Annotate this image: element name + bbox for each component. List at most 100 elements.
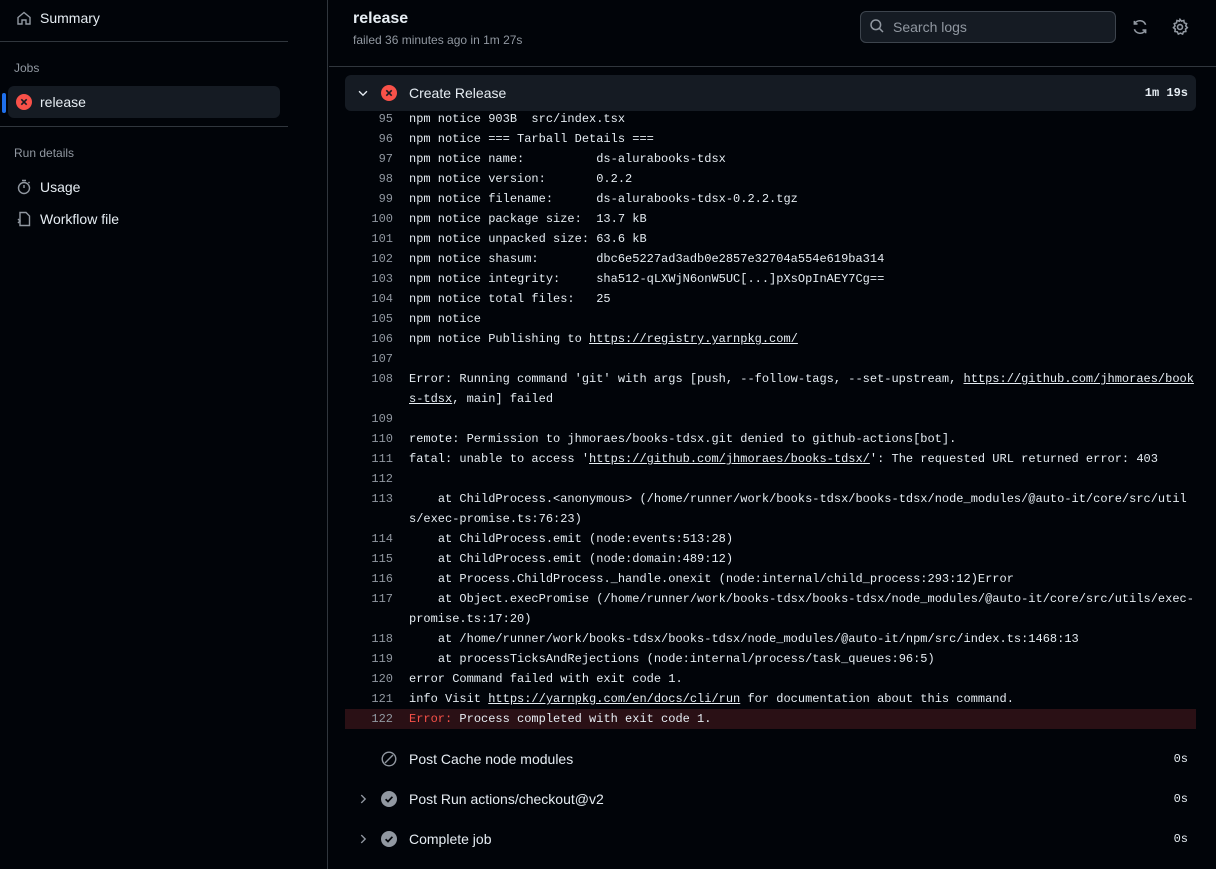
line-text-content: at ChildProcess.emit (node:events:513:28… [409, 532, 734, 546]
chevron-down-icon [355, 85, 371, 101]
line-text-after: , main] failed [452, 392, 554, 406]
log-line: 109 [345, 409, 1196, 429]
log-line: 117 at Object.execPromise (/home/runner/… [345, 589, 1196, 629]
line-text-content: error Command failed with exit code 1. [409, 672, 683, 686]
line-text-content: npm notice Publishing to [409, 332, 590, 346]
line-number[interactable]: 101 [345, 229, 393, 249]
line-number[interactable]: 120 [345, 669, 393, 689]
log-line: 113 at ChildProcess.<anonymous> (/home/r… [345, 489, 1196, 529]
log-line: 111 fatal: unable to access 'https://gith… [345, 449, 1196, 469]
line-text: npm notice name: ds-alurabooks-tdsx [393, 149, 1196, 169]
step-name: Post Cache node modules [409, 751, 574, 767]
line-text-content: at ChildProcess.emit (node:domain:489:12… [409, 552, 734, 566]
line-text: npm notice total files: 25 [393, 289, 1196, 309]
line-number[interactable]: 104 [345, 289, 393, 309]
line-text-content: fatal: unable to access ' [409, 452, 590, 466]
line-text: npm notice Publishing to https://registr… [393, 329, 1196, 349]
step-duration: 0s [1173, 752, 1188, 766]
sidebar-item-workflow-file[interactable]: Workflow file [8, 203, 280, 235]
refresh-button[interactable] [1128, 15, 1152, 39]
line-text: npm notice unpacked size: 63.6 kB [393, 229, 1196, 249]
log-line: 104 npm notice total files: 25 [345, 289, 1196, 309]
line-text-content: at processTicksAndRejections (node:inter… [409, 652, 935, 666]
line-number[interactable]: 115 [345, 549, 393, 569]
sidebar: Summary Jobs release Run details Usage W… [0, 0, 328, 869]
line-number[interactable]: 112 [345, 469, 393, 489]
sidebar-divider [0, 126, 288, 127]
line-text: npm notice shasum: dbc6e5227ad3adb0e2857… [393, 249, 1196, 269]
line-number[interactable]: 118 [345, 629, 393, 649]
step-row[interactable]: Post Cache node modules 0s [345, 741, 1196, 777]
line-number[interactable]: 103 [345, 269, 393, 289]
line-number[interactable]: 122 [345, 709, 393, 729]
step-row[interactable]: Post Run actions/checkout@v2 0s [345, 781, 1196, 817]
line-text [393, 469, 1196, 489]
line-number[interactable]: 109 [345, 409, 393, 429]
search-box[interactable] [860, 11, 1116, 43]
sidebar-item-summary[interactable]: Summary [8, 2, 280, 34]
log-line: 116 at Process.ChildProcess._handle.onex… [345, 569, 1196, 589]
line-text-content: info Visit [409, 692, 489, 706]
line-text: Error: Running command 'git' with args [… [393, 369, 1196, 409]
line-number[interactable]: 119 [345, 649, 393, 669]
log-line: 118 at /home/runner/work/books-tdsx/book… [345, 629, 1196, 649]
line-number[interactable]: 100 [345, 209, 393, 229]
line-text-content: npm notice === Tarball Details === [409, 132, 654, 146]
line-number[interactable]: 95 [345, 109, 393, 129]
settings-button[interactable] [1168, 15, 1192, 39]
line-number[interactable]: 96 [345, 129, 393, 149]
search-input[interactable] [893, 19, 1103, 35]
gear-icon [1172, 18, 1189, 36]
line-text-content: npm notice [409, 312, 482, 326]
failed-icon [381, 85, 397, 101]
line-number[interactable]: 113 [345, 489, 393, 529]
log-line: 95 npm notice 903B src/index.tsx [345, 109, 1196, 129]
line-number[interactable]: 107 [345, 349, 393, 369]
line-number[interactable]: 106 [345, 329, 393, 349]
line-number[interactable]: 97 [345, 149, 393, 169]
line-number[interactable]: 111 [345, 449, 393, 469]
line-number[interactable]: 102 [345, 249, 393, 269]
step-duration: 0s [1173, 792, 1188, 806]
log-line: 105 npm notice [345, 309, 1196, 329]
log-line: 112 [345, 469, 1196, 489]
log-panel: Create Release 1m 19s 95 npm notice 903B … [329, 68, 1216, 869]
line-number[interactable]: 110 [345, 429, 393, 449]
line-number[interactable]: 117 [345, 589, 393, 629]
run-details-heading: Run details [14, 146, 75, 160]
sidebar-item-usage[interactable]: Usage [8, 171, 280, 203]
log-lines: 95 npm notice 903B src/index.tsx 96 npm not… [345, 109, 1196, 729]
line-text: npm notice === Tarball Details === [393, 129, 1196, 149]
line-text-content: at /home/runner/work/books-tdsx/books-td… [409, 632, 1079, 646]
log-link[interactable]: https://github.com/jhmoraes/books-tdsx/ [589, 452, 870, 466]
log-line: 100 npm notice package size: 13.7 kB [345, 209, 1196, 229]
log-line: 102 npm notice shasum: dbc6e5227ad3adb0e2… [345, 249, 1196, 269]
line-text: Error: Process completed with exit code … [393, 709, 1196, 729]
line-text-content: Process completed with exit code 1. [452, 712, 712, 726]
log-line: 107 [345, 349, 1196, 369]
line-text-content: npm notice package size: 13.7 kB [409, 212, 647, 226]
log-line: 114 at ChildProcess.emit (node:events:51… [345, 529, 1196, 549]
line-text: at ChildProcess.emit (node:domain:489:12… [393, 549, 1196, 569]
line-number[interactable]: 114 [345, 529, 393, 549]
app: Summary Jobs release Run details Usage W… [0, 0, 1216, 869]
line-text-content: npm notice filename: ds-alurabooks-tdsx-… [409, 192, 798, 206]
line-number[interactable]: 108 [345, 369, 393, 409]
step-row[interactable]: Complete job 0s [345, 821, 1196, 857]
sidebar-item-release[interactable]: release [2, 86, 280, 118]
log-link[interactable]: https://yarnpkg.com/en/docs/cli/run [488, 692, 740, 706]
log-line: 97 npm notice name: ds-alurabooks-tdsx [345, 149, 1196, 169]
line-number[interactable]: 98 [345, 169, 393, 189]
line-number[interactable]: 116 [345, 569, 393, 589]
log-link[interactable]: https://registry.yarnpkg.com/ [589, 332, 798, 346]
check-circle-icon [381, 791, 397, 807]
line-text: remote: Permission to jhmoraes/books-tds… [393, 429, 1196, 449]
line-number[interactable]: 105 [345, 309, 393, 329]
line-text: npm notice 903B src/index.tsx [393, 109, 1196, 129]
line-text [393, 349, 1196, 369]
line-text-content: npm notice 903B src/index.tsx [409, 112, 626, 126]
line-number[interactable]: 99 [345, 189, 393, 209]
step-header-create-release[interactable]: Create Release 1m 19s [345, 75, 1196, 111]
step-name: Complete job [409, 831, 492, 847]
line-number[interactable]: 121 [345, 689, 393, 709]
